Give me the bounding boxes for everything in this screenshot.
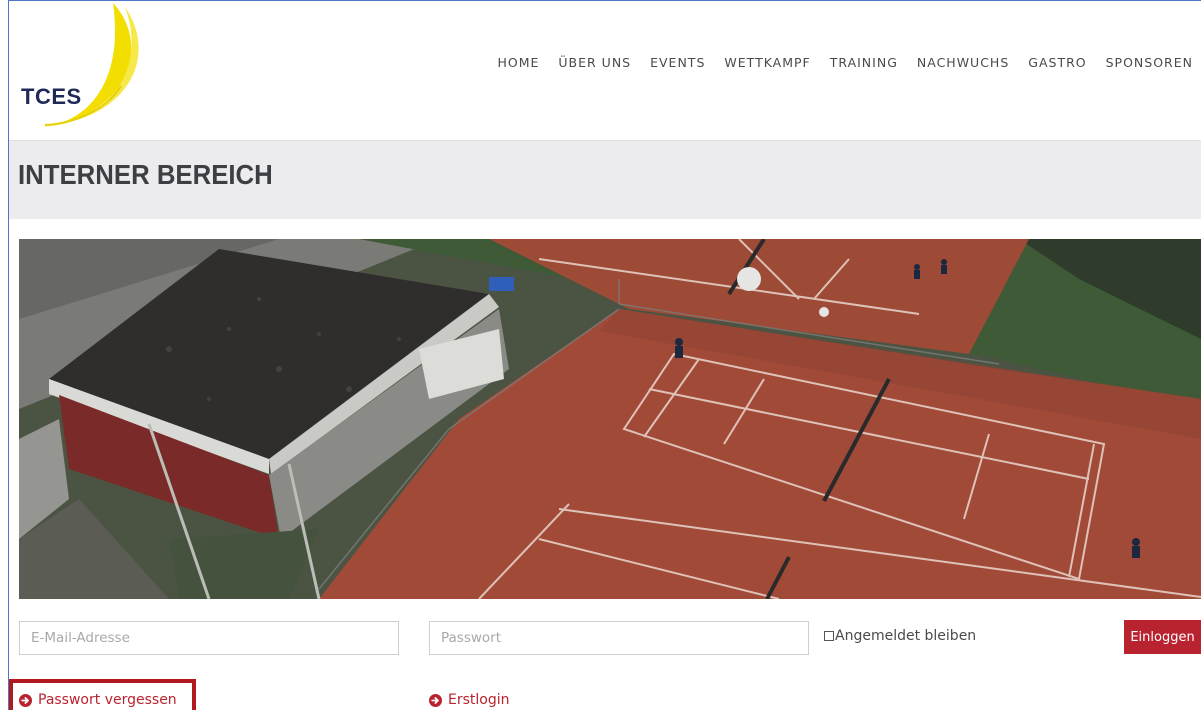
tennis-ball-arc-icon <box>39 3 139 127</box>
site-logo[interactable]: TCES <box>9 1 149 136</box>
page: TCES HOME ÜBER UNS EVENTS WETTKAMPF TRAI… <box>0 0 1201 710</box>
remember-me-checkbox[interactable] <box>824 631 834 641</box>
remember-me-label: Angemeldet bleiben <box>835 628 977 644</box>
nav-item-gastro[interactable]: GASTRO <box>1009 55 1086 70</box>
remember-me[interactable]: Angemeldet bleiben <box>824 628 976 644</box>
first-login-link[interactable]: Erstlogin <box>429 692 510 708</box>
annotation-highlight-box <box>9 679 196 710</box>
nav-item-sponsoren[interactable]: SPONSOREN <box>1087 55 1193 70</box>
email-input[interactable] <box>19 621 399 655</box>
first-login-label: Erstlogin <box>448 692 510 708</box>
site-header: TCES HOME ÜBER UNS EVENTS WETTKAMPF TRAI… <box>9 1 1201 139</box>
tennis-courts-photo <box>19 239 1201 599</box>
nav-item-wettkampf[interactable]: WETTKAMPF <box>705 55 810 70</box>
page-title: INTERNER BEREICH <box>18 159 273 190</box>
hero-image <box>19 239 1201 599</box>
logo-text: TCES <box>21 84 82 109</box>
nav-item-training[interactable]: TRAINING <box>811 55 898 70</box>
login-button[interactable]: Einloggen <box>1124 620 1201 654</box>
page-title-bar: INTERNER BEREICH <box>9 140 1201 219</box>
nav-item-home[interactable]: HOME <box>497 55 539 70</box>
nav-item-events[interactable]: EVENTS <box>631 55 705 70</box>
main-nav: HOME ÜBER UNS EVENTS WETTKAMPF TRAINING … <box>497 55 1193 70</box>
arrow-circle-right-icon <box>429 693 442 707</box>
nav-item-nachwuchs[interactable]: NACHWUCHS <box>898 55 1009 70</box>
password-input[interactable] <box>429 621 809 655</box>
nav-item-ueber-uns[interactable]: ÜBER UNS <box>539 55 631 70</box>
